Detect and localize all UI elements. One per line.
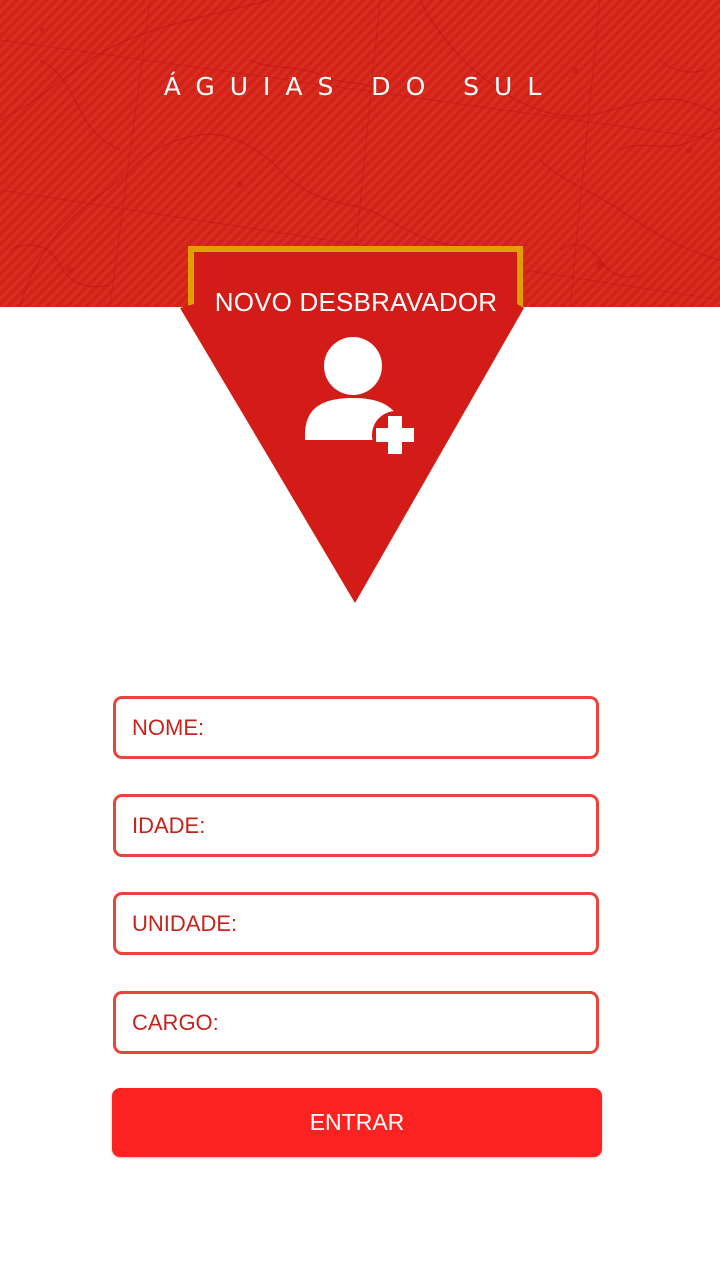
cargo-field[interactable]: CARGO: <box>113 991 599 1054</box>
nome-label: NOME: <box>132 715 205 740</box>
idade-input[interactable] <box>216 803 584 848</box>
idade-label: IDADE: <box>132 813 206 838</box>
app-title: ÁGUIAS DO SUL <box>163 72 557 101</box>
nome-field[interactable]: NOME: <box>113 696 599 759</box>
unidade-input[interactable] <box>246 901 584 946</box>
cargo-label: CARGO: <box>132 1010 219 1035</box>
nome-input[interactable] <box>216 705 584 750</box>
unidade-field[interactable]: UNIDADE: <box>113 892 599 955</box>
cargo-input[interactable] <box>226 1000 584 1045</box>
unidade-label: UNIDADE: <box>132 911 238 936</box>
idade-field[interactable]: IDADE: <box>113 794 599 857</box>
entrar-button[interactable]: ENTRAR <box>112 1088 602 1157</box>
pennant-title: NOVO DESBRAVADOR <box>214 287 498 317</box>
user-add-icon <box>305 337 420 459</box>
